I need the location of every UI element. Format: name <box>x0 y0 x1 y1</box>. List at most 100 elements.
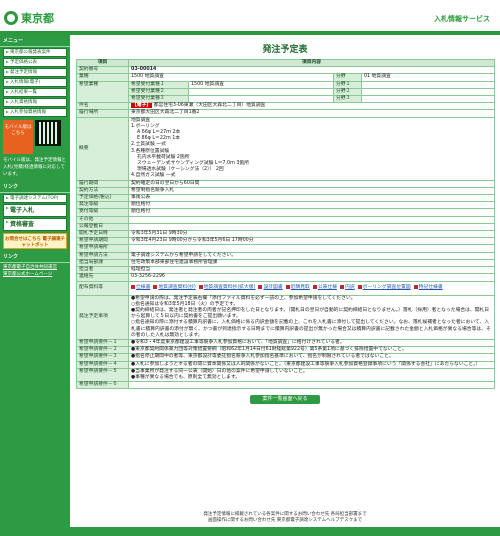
label-req-3: 希望申請要件－３ <box>76 353 129 362</box>
header-divider <box>0 31 500 35</box>
value-price: 事後公表 <box>127 194 496 203</box>
value-location: 東京都大田区大森北二丁目1番2 <box>127 109 496 118</box>
label-dept: 担当局部課 <box>76 258 129 268</box>
sidebar-item-e-bid[interactable]: 電子入札 <box>3 204 67 217</box>
doc-link[interactable]: 内訳 <box>340 285 355 290</box>
value-req-4: ●入札に参加しようとする者の間に資本関係又は人的関係がないこと。（東京都建設工事… <box>127 360 496 369</box>
label-notice-date: 公報登載日 <box>76 222 129 232</box>
value-apply-period: 令和3年4月23日 9時00分から令和3年5月6日 17時00分 <box>127 237 496 246</box>
note-line: ●契約締結日は、発注者と発注者の両者が記名押印をした日となります。（開札日の翌日… <box>131 307 490 320</box>
sidebar-menu-heading: メニュー <box>0 35 70 47</box>
qr-code-icon <box>35 120 61 146</box>
value-field-3 <box>360 95 496 104</box>
bottom-bar <box>0 527 500 536</box>
sidebar-item-e-procurement[interactable]: 電子調達システム(TOP) <box>3 194 67 203</box>
value-notice-date <box>127 222 496 232</box>
service-title: 入札情報サービス <box>434 15 490 23</box>
doc-link[interactable]: 仕様書 <box>131 285 150 290</box>
value-field: 01 地質調査 <box>360 73 496 82</box>
value-desired-1: 1500 地質調査 <box>188 80 334 89</box>
label-method: 契約方法 <box>76 186 129 196</box>
label-req-1: 希望申請要件－１ <box>76 338 129 348</box>
link-joint-operation[interactable]: 東京都電子自治体共同運営 <box>3 264 67 270</box>
doc-link[interactable]: 近隣見取 <box>286 285 310 290</box>
sidebar-item-qualification[interactable]: 入札資格情報 <box>3 98 67 107</box>
value-notes: ●希望申請の際は、発注予定表右欄「添付ファイル資料を必ず一読の上、参加希望申請を… <box>127 294 496 340</box>
tokyo-logo[interactable]: 東京都 <box>4 10 54 26</box>
value-accept-grade: 順位格付 <box>127 208 496 217</box>
mobile-note: モバイル版は、発注予定情報と入札(見積)経過情報に対応しています。 <box>3 158 66 177</box>
doc-link[interactable]: 地質調査資料(抄) <box>153 285 195 290</box>
sidebar-item-bid-results[interactable]: 入札結果一覧 <box>3 88 67 97</box>
label-desired: 希望業種 <box>76 80 129 104</box>
value-field-2 <box>360 87 496 97</box>
footer: 発注予定情報に掲載されている各案件に関するお問い合わせ先 各局担当部署まで 画面… <box>76 512 494 524</box>
label-other: その他 <box>76 215 129 224</box>
sidebar-item-qual-review[interactable]: 資格審査 <box>3 218 67 231</box>
value-open-date: 令和3年5月31日 9時30分 <box>127 230 496 239</box>
col-header-item: 項目 <box>76 58 129 68</box>
sidebar-item-order-plan[interactable]: 発注予定情報 <box>3 68 67 77</box>
note-line: ○指名通知の際に添付する積算内訳書に、入札価格に係る内訳金額を記載の上、これを入… <box>131 320 491 338</box>
doc-link[interactable]: 特記仕様書 <box>414 285 443 290</box>
value-business: 1500 地質調査 <box>128 73 334 82</box>
label-req-2: 希望申請要件－２ <box>76 346 129 355</box>
name-text: 都営住宅3-06東瀬（大田区大森北二丁目）地質調査 <box>153 103 266 109</box>
sidebar-item-participation[interactable]: 入札参加資格情報 <box>3 108 67 117</box>
value-apply-method: 電子調達システムから希望申請をしてください。 <box>127 251 496 260</box>
link-tokyo-official[interactable]: 東京都公式ホームページ <box>3 271 67 277</box>
label-desired-1: 希望受付業種１ <box>128 80 189 89</box>
label-field-3: 分野３ <box>333 95 362 104</box>
summary-line: 4.自然ガス試験 一式 <box>131 173 176 179</box>
label-field-1: 分野１ <box>333 80 362 89</box>
value-name: 【電子】 都営住宅3-06東瀬（大田区大森北二丁目）地質調査 <box>127 102 496 111</box>
sidebar-links-heading: リンク <box>0 181 70 193</box>
value-req-5: ●当事業所が発注する同一公表（開始）日の他の案件に希望申請していないこと。 ●事… <box>127 367 496 383</box>
doc-link[interactable]: 地質調査資料抄(拡大版) <box>199 285 256 290</box>
value-req-1: ●令和3・4年度東京都建設工事等競争入札参加資格において、「地質調査」に格付けさ… <box>127 338 496 348</box>
label-location: 履行場所 <box>76 109 129 118</box>
label-req-4: 希望申請要件－４ <box>76 360 129 369</box>
value-dept: 住宅政策本部東部住宅建設事務所管理課 <box>127 258 496 268</box>
label-apply-period: 希望申請期間 <box>76 237 129 246</box>
label-summary: 概要 <box>76 116 129 181</box>
label-req-5: 希望申請要件－５ <box>76 367 129 383</box>
doc-link[interactable]: ボーリング調査位置図 <box>358 285 411 290</box>
mobile-box: モバイル版はこちら <box>3 120 67 154</box>
inquiry-button[interactable]: お問合せはこちら 電子調達チャットボット <box>3 233 67 249</box>
sidebar-item-gazette[interactable]: 東京都公報発表案件 <box>3 48 67 57</box>
label-business: 業種 <box>76 73 129 82</box>
label-accept-grade: 受付等級 <box>76 208 129 217</box>
value-contract-no: 03-00014 <box>127 66 496 75</box>
main-content: 発注予定表 項目 項目内容 契約番号 03-00014 業種 1500 地質調査 分野… <box>76 38 496 405</box>
value-other <box>127 215 496 224</box>
doc-link[interactable]: 設計図書 <box>258 285 282 290</box>
mobile-button[interactable]: モバイル版はこちら <box>3 120 33 154</box>
sidebar-item-bid-info[interactable]: 入札情報(電子) <box>3 78 67 87</box>
footer-line: 画面操作に関するお問い合わせ先 東京都電子調達システムヘルプデスクまで <box>207 518 363 523</box>
label-field: 分野 <box>333 73 362 82</box>
label-apply-place: 希望申請場所 <box>76 244 129 253</box>
value-period: 契約確定の日の翌日から60日間 <box>127 179 496 188</box>
value-apply-place <box>127 244 496 253</box>
value-req-2: ●東京都契約関係暴力団等対策措置要綱（昭和62年1月14日付61財経総第922号… <box>127 346 496 355</box>
value-req-3: ●指名停止期間中の者等、東京都設計等委託指名競争入札参加指名基準において、指名が… <box>127 353 496 362</box>
label-docs: 配布資料等 <box>76 280 129 296</box>
value-req-6 <box>127 381 496 390</box>
back-to-list-button[interactable]: 案件一覧画面へ戻る <box>250 395 320 405</box>
tokyo-emblem-icon <box>4 11 18 25</box>
sidebar-link-heading: リンク <box>0 251 70 263</box>
logo-text: 東京都 <box>21 12 54 25</box>
value-desired-3 <box>188 95 334 104</box>
header: 東京都 入札情報サービス <box>0 0 500 35</box>
doc-link[interactable]: 公表仕様 <box>313 285 337 290</box>
col-header-content: 項目内容 <box>127 58 496 68</box>
value-field-1 <box>360 80 496 89</box>
sidebar: メニュー 東京都公報発表案件 予定価格公表 発注予定情報 入札情報(電子) 入札… <box>0 35 70 527</box>
label-desired-2: 希望受付業種２ <box>128 87 189 97</box>
label-contact: 連絡先 <box>76 273 129 282</box>
sidebar-item-price[interactable]: 予定価格公表 <box>3 58 67 67</box>
page-title: 発注予定表 <box>262 45 308 55</box>
value-desired-2 <box>188 87 334 97</box>
label-contract-no: 契約番号 <box>76 66 129 75</box>
